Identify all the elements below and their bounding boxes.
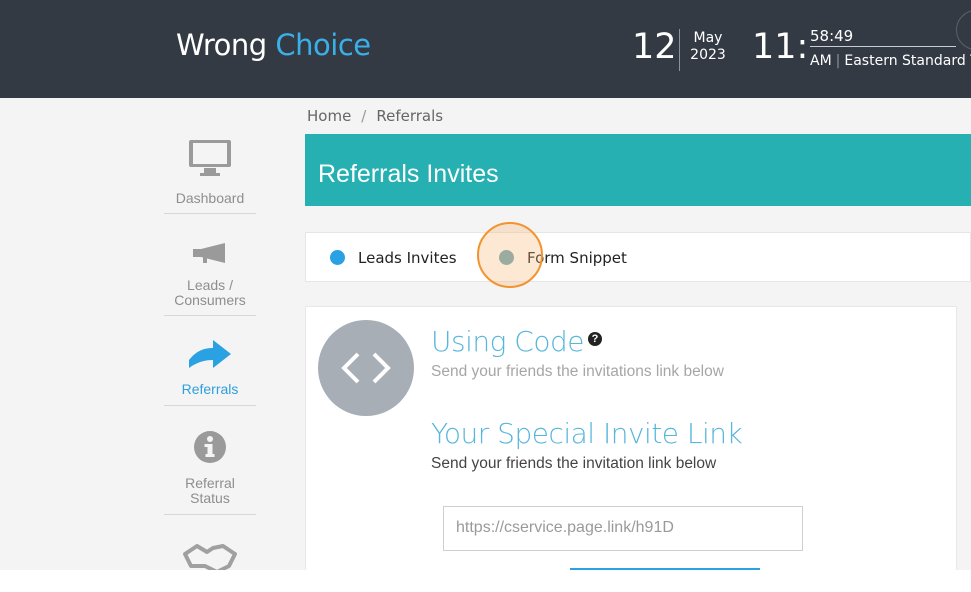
invite-card: Using Code ? Send your friends the invit… — [305, 306, 957, 570]
radio-leads-invites[interactable] — [330, 250, 345, 265]
arrow-right-icon — [189, 340, 231, 368]
time-divider — [810, 46, 956, 47]
breadcrumb-separator: / — [361, 107, 367, 125]
code-icon — [318, 320, 414, 416]
sidebar-item-label: Leads / Consumers — [174, 277, 246, 308]
main-area: Dashboard Leads / Consumers Referrals Re… — [0, 98, 971, 570]
tab-leads-invites[interactable]: Leads Invites — [358, 249, 457, 267]
top-bar: Wrong Choice 12 May 2023 11: 58:49 AM | Ea… — [0, 0, 971, 98]
page-header-banner: Referrals Invites — [305, 134, 971, 206]
using-code-heading: Using Code — [431, 325, 585, 358]
time-hour: 11: — [752, 27, 809, 67]
breadcrumb-current: Referrals — [376, 107, 444, 125]
click-indicator — [477, 222, 543, 288]
time-ampm: AM — [810, 53, 832, 69]
breadcrumb-home[interactable]: Home — [307, 107, 351, 125]
brand-logo[interactable]: Wrong Choice — [176, 28, 371, 62]
sidebar-divider — [164, 315, 256, 316]
date-day: 12 — [632, 27, 677, 67]
page-bottom-edge — [0, 570, 971, 592]
invite-link-heading: Your Special Invite Link — [431, 417, 743, 450]
time-zone-line: AM|Eastern Standard T... — [810, 53, 971, 69]
sidebar-item-label: Dashboard — [175, 190, 245, 206]
sidebar-item-dashboard[interactable]: Dashboard — [164, 138, 256, 214]
monitor-icon — [189, 140, 231, 176]
user-menu-icon[interactable] — [956, 10, 971, 50]
page-title: Referrals Invites — [318, 160, 499, 188]
help-icon[interactable]: ? — [588, 332, 602, 346]
breadcrumb: Home / Referrals — [307, 107, 443, 125]
date-month-year: May 2023 — [690, 30, 726, 64]
sidebar-item-label: Referral Status — [185, 475, 235, 506]
invite-link-field[interactable]: https://cservice.page.link/h91D — [443, 506, 803, 551]
sidebar-divider — [164, 405, 256, 406]
time-zone: Eastern Standard T... — [844, 53, 971, 69]
using-code-subtitle: Send your friends the invitations link b… — [431, 363, 724, 380]
brand-name-accent: Choice — [275, 28, 371, 62]
time-zone-separator: | — [835, 53, 841, 69]
date-month: May — [693, 30, 723, 46]
megaphone-icon — [193, 243, 225, 263]
sidebar-divider — [164, 514, 256, 515]
sidebar-item-referrals[interactable]: Referrals — [164, 338, 256, 406]
brand-name: Wrong — [176, 28, 267, 62]
handshake-icon — [183, 544, 237, 570]
date-divider — [679, 29, 680, 71]
info-icon — [194, 431, 226, 463]
sidebar-divider — [164, 213, 256, 214]
sidebar-item-referral-status[interactable]: Referral Status — [164, 430, 256, 515]
sidebar-item-leads-consumers[interactable]: Leads / Consumers — [164, 242, 256, 316]
time-seconds: 58:49 — [810, 27, 854, 45]
sidebar-item-partners[interactable] — [164, 544, 256, 570]
date-year: 2023 — [690, 47, 726, 63]
invite-tabs: Leads Invites Form Snippet — [305, 232, 971, 282]
invite-link-subtitle: Send your friends the invitation link be… — [431, 455, 717, 472]
sidebar-item-label: Referrals — [181, 381, 239, 397]
